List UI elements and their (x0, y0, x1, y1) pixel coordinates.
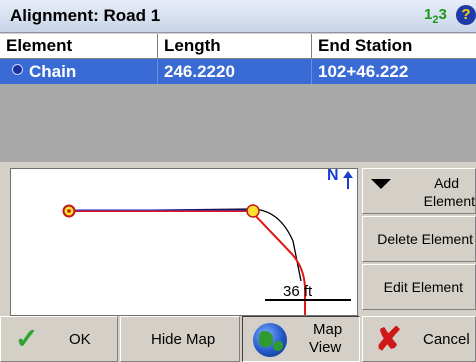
pi-node (246, 204, 260, 218)
edit-element-label: Edit Element (383, 279, 463, 295)
close-icon: ✘ (375, 321, 402, 357)
scale-label: 36 ft (283, 283, 313, 300)
alignment-map[interactable]: N 36 ft (10, 167, 358, 316)
ok-label: OK (69, 331, 91, 348)
hide-map-label: Hide Map (151, 331, 216, 348)
offset-line (68, 208, 302, 282)
delete-element-button[interactable]: Delete Element (362, 216, 476, 262)
cancel-button[interactable]: ✘ Cancel (362, 316, 476, 362)
title-bar: Alignment: Road 1 123 ? (0, 0, 476, 33)
help-icon[interactable]: ? (456, 5, 476, 25)
window-title: Alignment: Road 1 (10, 6, 161, 25)
edit-element-button[interactable]: Edit Element (362, 264, 476, 310)
cancel-label: Cancel (423, 331, 470, 348)
add-element-button[interactable]: Add Element (362, 168, 476, 214)
table-header: Element Length End Station (0, 34, 476, 59)
globe-icon (253, 323, 287, 357)
delete-element-label: Delete Element (377, 231, 473, 247)
checkmark-icon: ✓ (15, 323, 39, 354)
add-element-label-1: Add (434, 175, 459, 191)
calculator-icon[interactable]: 123 (424, 6, 447, 26)
dropdown-arrow-icon (371, 179, 391, 189)
column-header-length[interactable]: Length (158, 34, 312, 58)
calc-icon-3: 3 (438, 6, 447, 23)
start-node-dot (67, 209, 71, 213)
map-view-button[interactable]: Map View (242, 316, 360, 362)
hide-map-button[interactable]: Hide Map (120, 316, 240, 362)
cell-length: 246.2220 (158, 59, 312, 84)
north-arrow-icon (343, 171, 353, 178)
map-view-label-1: Map (313, 321, 343, 338)
map-view-label-2: View (309, 339, 342, 356)
add-element-label-2: Element (423, 193, 475, 209)
bullet-icon (12, 64, 23, 75)
table-row[interactable]: Chain 246.2220 102+46.222 (0, 59, 476, 84)
column-header-element[interactable]: Element (0, 34, 158, 58)
cell-element-text: Chain (29, 62, 77, 81)
cell-element: Chain (0, 59, 158, 84)
north-label: N (327, 167, 339, 184)
ok-button[interactable]: ✓ OK (0, 316, 118, 362)
column-header-end-station[interactable]: End Station (312, 34, 476, 58)
elements-table: Element Length End Station Chain 246.222… (0, 34, 476, 162)
cell-end-station: 102+46.222 (318, 62, 409, 81)
